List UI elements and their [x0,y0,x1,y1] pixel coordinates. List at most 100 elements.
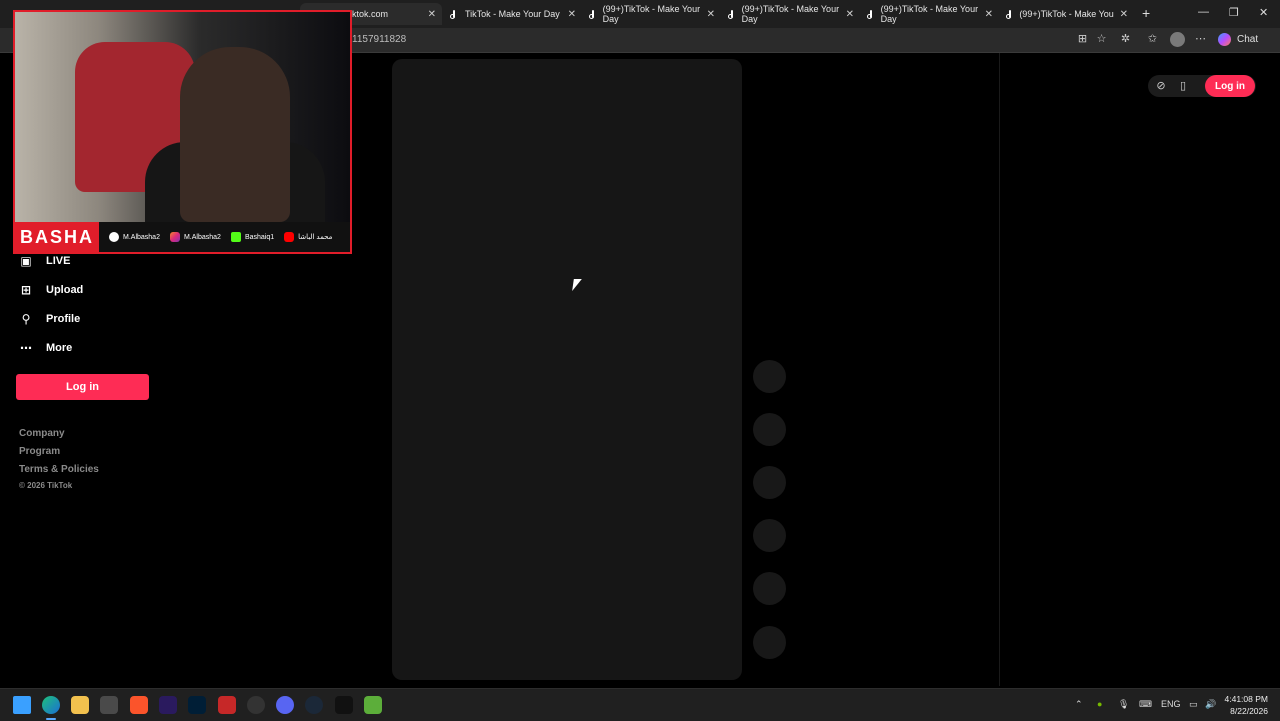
kick-icon [230,232,241,242]
streamer-head [180,47,290,222]
microphone-icon[interactable]: 🎙 [1118,699,1129,710]
favorites-icon[interactable]: ✩ [1146,33,1159,46]
webcam-overlay: BASHA M.Albasha2 M.Albasha2 Bashaiq1 محم… [13,10,352,254]
close-icon[interactable]: ✕ [707,9,715,20]
social-handle-text: Bashaiq1 [244,233,275,241]
action-button-placeholder[interactable] [753,360,786,393]
action-button-placeholder[interactable] [753,519,786,552]
social-handle: M.Albasha2 [109,232,160,242]
social-handle-text: محمد الباشا [298,234,333,241]
premiere-icon[interactable] [159,696,177,714]
social-handle-text: M.Albasha2 [183,233,221,241]
capcut-icon[interactable] [335,696,353,714]
close-icon[interactable]: ✕ [985,9,993,20]
language-indicator[interactable]: ENG [1161,699,1181,709]
url-text[interactable]: 1157911828 [352,34,406,45]
obs-icon[interactable] [247,696,265,714]
copilot-chat-button[interactable]: Chat [1218,33,1258,46]
footer-link-terms[interactable]: Terms & Policies [19,464,99,475]
tab-title: (99+)TikTok - Make Your Day [741,4,840,24]
tiktok-icon [867,9,875,19]
action-button-placeholder[interactable] [753,466,786,499]
footer-link-company[interactable]: Company [19,428,65,439]
social-handle: M.Albasha2 [169,232,221,242]
windows-taskbar: ⌃ ● 🎙 ⌨ ENG ▭ 🔊 4:41:08 PM 8/22/2026 [0,688,1280,721]
tab-title: (99+)TikTok - Make Your Day [880,4,979,24]
chevron-up-icon[interactable]: ⌃ [1075,699,1083,710]
tiktok-icon [589,9,597,19]
tab-title: TikTok - Make Your Day [465,9,560,19]
coin-icon[interactable]: ⊘ [1154,79,1168,93]
live-icon: ▣ [20,254,32,268]
video-placeholder[interactable] [392,59,742,680]
sidebar-item-upload[interactable]: ⊞ Upload [18,282,83,298]
device-icon[interactable]: ▯ [1176,79,1190,93]
tiktok-icon [109,232,119,242]
action-button-placeholder[interactable] [753,626,786,659]
network-icon[interactable]: ▭ [1189,699,1198,710]
volume-icon[interactable]: 🔊 [1205,699,1216,710]
action-button-placeholder[interactable] [753,413,786,446]
windows-start-icon[interactable] [13,696,31,714]
column-divider [999,53,1000,686]
discord-icon[interactable] [276,696,294,714]
minimize-icon[interactable]: — [1198,6,1209,18]
extensions-icon[interactable]: ✲ [1119,33,1132,46]
social-handle-text: M.Albasha2 [123,233,160,241]
sidebar-item-label: More [46,342,73,354]
nvidia-icon[interactable]: ● [1097,699,1102,709]
keyboard-icon[interactable]: ⌨ [1139,699,1152,710]
webcam-social-bar: BASHA M.Albasha2 M.Albasha2 Bashaiq1 محم… [15,222,350,252]
profile-avatar[interactable] [1170,32,1185,47]
sidebar-item-live[interactable]: ▣ LIVE [18,253,70,269]
more-options-icon[interactable]: ⋯ [1194,33,1207,46]
footer-link-program[interactable]: Program [19,446,60,457]
upload-icon: ⊞ [20,283,32,297]
sidebar-item-label: Upload [46,284,84,296]
system-clock[interactable]: 4:41:08 PM 8/22/2026 [1222,693,1268,717]
file-explorer-icon[interactable] [71,696,89,714]
restore-icon[interactable]: ❐ [1229,6,1239,19]
tab-tiktok[interactable]: (99+)TikTok - Make Your Day ✕ [722,3,860,25]
mouse-cursor [572,279,582,291]
sidebar-item-label: LIVE [46,255,71,267]
tab-tiktok[interactable]: TikTok - Make Your Day ✕ [444,3,582,25]
close-icon[interactable]: ✕ [428,9,436,20]
instagram-icon [169,232,180,242]
action-button-placeholder[interactable] [753,572,786,605]
favorite-star-icon[interactable]: ☆ [1095,33,1108,46]
header-login-button[interactable]: Log in [1205,75,1255,97]
copilot-icon [1218,33,1231,46]
copyright: © 2026 TikTok [19,481,73,490]
sidebar-login-button[interactable]: Log in [16,374,149,400]
close-icon[interactable]: ✕ [1120,9,1128,20]
edge-icon[interactable] [42,696,60,714]
sidebar-item-profile[interactable]: ⚲ Profile [18,311,81,327]
tiktok-icon [1006,9,1013,19]
tiktok-icon [728,9,736,19]
youtube-icon [284,232,295,242]
store-icon[interactable] [100,696,118,714]
new-tab-icon[interactable]: + [1142,5,1150,21]
steam-icon[interactable] [305,696,323,714]
close-icon[interactable]: ✕ [568,9,576,20]
webcam-video [15,12,350,222]
more-icon: ⋯ [20,341,32,355]
clock-date: 8/22/2026 [1230,706,1268,716]
photoshop-icon[interactable] [188,696,206,714]
minecraft-icon[interactable] [364,696,382,714]
close-icon[interactable]: ✕ [846,9,854,20]
app-available-icon[interactable]: ⊞ [1076,33,1089,46]
app-icon[interactable] [218,696,236,714]
brand-logo: BASHA [15,222,99,252]
tab-tiktok[interactable]: (99+)TikTok - Make Your Day ✕ [583,3,721,25]
chat-label: Chat [1237,34,1259,45]
close-window-icon[interactable]: ✕ [1259,6,1268,19]
brave-icon[interactable] [130,696,148,714]
social-handle: Bashaiq1 [230,232,275,242]
tab-tiktok[interactable]: (99+)TikTok - Make Your Day ✕ [1000,3,1134,25]
sidebar-item-more[interactable]: ⋯ More [18,340,72,356]
social-handle: محمد الباشا [284,232,332,242]
tab-tiktok[interactable]: (99+)TikTok - Make Your Day ✕ [861,3,999,25]
clock-time: 4:41:08 PM [1224,694,1268,704]
